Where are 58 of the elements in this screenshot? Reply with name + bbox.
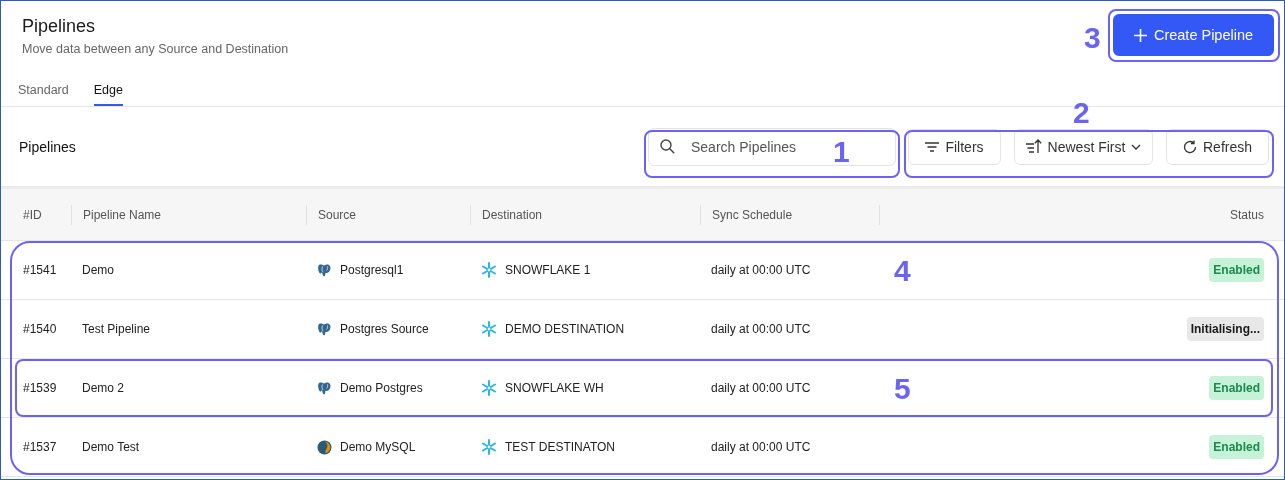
- search-icon: [660, 138, 675, 154]
- refresh-button[interactable]: Refresh: [1166, 128, 1269, 165]
- refresh-icon: [1183, 139, 1197, 154]
- table-cell: Demo Postgres: [340, 381, 423, 395]
- status-badge: Initialising...: [1186, 317, 1264, 341]
- callout-number: 4: [894, 254, 911, 288]
- table-cell-text: daily at 00:00 UTC: [710, 322, 812, 336]
- table-cell-text: #1540: [22, 322, 58, 336]
- table-cell-text: Test Pipeline: [81, 322, 152, 336]
- filters-button[interactable]: Filters: [908, 128, 1001, 165]
- snowflake-icon: [481, 439, 497, 455]
- column-header: #ID: [22, 206, 43, 224]
- table-cell-text: #1539: [22, 381, 58, 395]
- table-cell-text: #1541: [22, 263, 58, 277]
- table-cell: TEST DESTINATON: [505, 440, 615, 454]
- plus-icon: [1133, 28, 1147, 42]
- callout-number: 3: [1084, 21, 1101, 55]
- snowflake-icon: [481, 262, 497, 278]
- column-header: Destination: [470, 204, 700, 225]
- filter-icon: [925, 141, 940, 152]
- table-cell: Postgresql1: [340, 263, 404, 277]
- sort-button[interactable]: Newest First: [1014, 128, 1153, 165]
- callout-number: 5: [894, 372, 911, 406]
- status-badge: Enabled: [1209, 258, 1264, 282]
- column-header: Status: [879, 204, 1284, 225]
- table-cell-text: #1537: [22, 440, 58, 454]
- tab[interactable]: Standard: [18, 70, 69, 106]
- table-cell-text: Demo: [81, 263, 115, 277]
- table-cell: DEMO DESTINATION: [505, 322, 625, 336]
- status-badge: Enabled: [1209, 376, 1264, 400]
- table-cell: SNOWFLAKE 1: [505, 263, 591, 277]
- table-cell-text: daily at 00:00 UTC: [710, 381, 812, 395]
- chevron-down-icon: [1131, 143, 1142, 150]
- elephant-icon: [317, 262, 332, 278]
- column-header: Pipeline Name: [71, 204, 306, 225]
- callout-number: 1: [833, 135, 850, 169]
- sort-icon: [1025, 139, 1042, 154]
- elephant-icon: [317, 380, 332, 396]
- table-cell: Postgres Source: [340, 322, 429, 336]
- tab[interactable]: Edge: [93, 70, 123, 106]
- table-cell: SNOWFLAKE WH: [505, 381, 604, 395]
- table-cell-text: Demo Test: [81, 440, 141, 454]
- column-header: Sync Schedule: [700, 204, 879, 225]
- snowflake-icon: [481, 380, 497, 396]
- database-logo-icon: [317, 439, 332, 455]
- snowflake-icon: [481, 321, 497, 337]
- create-pipeline-button[interactable]: Create Pipeline: [1113, 14, 1274, 56]
- page-subtitle: Move data between any Source and Destination: [22, 42, 289, 56]
- section-title: Pipelines: [19, 138, 77, 155]
- page-title: Pipelines: [22, 15, 97, 37]
- table-cell-text: daily at 00:00 UTC: [710, 263, 812, 277]
- table-cell-text: Demo 2: [81, 381, 126, 395]
- status-badge: Enabled: [1209, 435, 1264, 459]
- table-cell-text: daily at 00:00 UTC: [710, 440, 812, 454]
- callout-number: 2: [1073, 96, 1090, 130]
- column-header: Source: [306, 204, 470, 225]
- table-cell: Demo MySQL: [340, 440, 416, 454]
- elephant-icon: [317, 321, 332, 337]
